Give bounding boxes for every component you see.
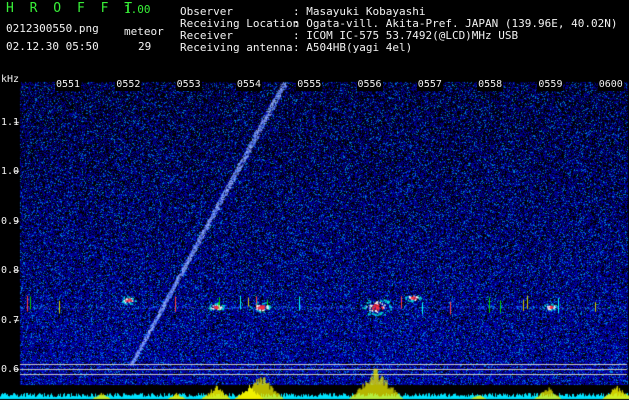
y-axis-label: kHz — [1, 74, 20, 85]
app-title: H R O F F T — [6, 1, 137, 16]
y-tick-label: 0.7 — [1, 314, 20, 326]
station-value-antenna: : A504HB(yagi 4el) — [293, 41, 413, 54]
y-tick-label: 1.0 — [1, 166, 20, 178]
meteor-count: 29 — [138, 40, 152, 53]
x-tick-label: 0551 — [55, 79, 82, 91]
y-tick-label: 0.9 — [1, 215, 20, 227]
x-tick-label: 0555 — [296, 79, 323, 91]
y-tick-label: 0.8 — [1, 265, 20, 277]
file-name: 0212300550.png — [6, 22, 99, 35]
x-tick-label: 0557 — [416, 79, 443, 91]
header: H R O F F T 1.00 0212300550.png meteor 0… — [0, 0, 629, 74]
y-tick-label: 0.6 — [1, 364, 20, 376]
meteor-label: meteor — [124, 25, 164, 38]
x-tick-label: 0552 — [115, 79, 142, 91]
x-tick-label: 0556 — [356, 79, 383, 91]
x-tick-label: 0559 — [537, 79, 564, 91]
spectrogram-panel: kHz 0551 0552 0553 0554 0555 0556 0557 0558 0559… — [0, 74, 629, 400]
station-key-antenna: Receiving antenna — [180, 41, 293, 54]
x-tick-label: 0600 — [597, 79, 624, 91]
app-version: 1.00 — [124, 3, 151, 16]
x-tick-label: 0558 — [477, 79, 504, 91]
y-tick-label: 1.1 — [1, 116, 20, 128]
spectrogram-canvas — [0, 74, 629, 400]
file-datetime: 02.12.30 05:50 — [6, 40, 99, 53]
x-tick-label: 0553 — [175, 79, 202, 91]
x-tick-label: 0554 — [235, 79, 262, 91]
